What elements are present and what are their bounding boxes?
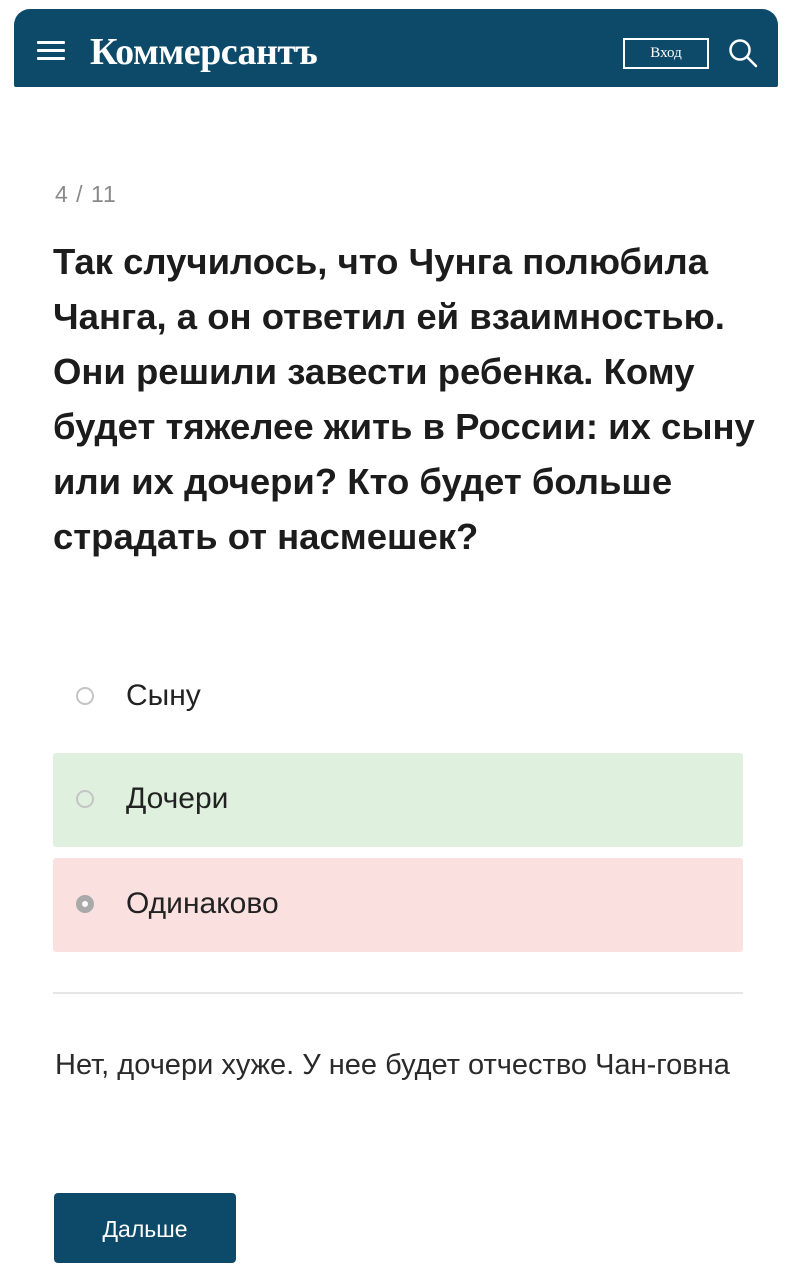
- site-header: Коммерсантъ Вход: [14, 9, 778, 87]
- option-label: Дочери: [126, 782, 229, 815]
- radio-button[interactable]: [76, 790, 94, 808]
- option-label: Одинаково: [126, 887, 279, 920]
- question-text: Так случилось, что Чунга полюбила Чанга,…: [53, 241, 755, 557]
- login-button[interactable]: Вход: [623, 38, 709, 69]
- answer-option-equally[interactable]: Одинаково: [53, 858, 743, 952]
- site-logo[interactable]: Коммерсантъ: [90, 30, 318, 74]
- answer-option-sons[interactable]: Сыну: [53, 650, 743, 744]
- hamburger-menu-icon[interactable]: [37, 41, 67, 61]
- option-label: Сыну: [126, 679, 201, 712]
- question-counter: 4 / 11: [55, 181, 117, 207]
- radio-button-selected[interactable]: [76, 895, 94, 913]
- answer-option-daughters[interactable]: Дочери: [53, 753, 743, 847]
- divider: [53, 992, 743, 994]
- search-icon[interactable]: [726, 36, 760, 70]
- next-button[interactable]: Дальше: [54, 1193, 236, 1263]
- answer-explanation: Нет, дочери хуже. У нее будет отчество Ч…: [55, 1049, 730, 1081]
- radio-button[interactable]: [76, 687, 94, 705]
